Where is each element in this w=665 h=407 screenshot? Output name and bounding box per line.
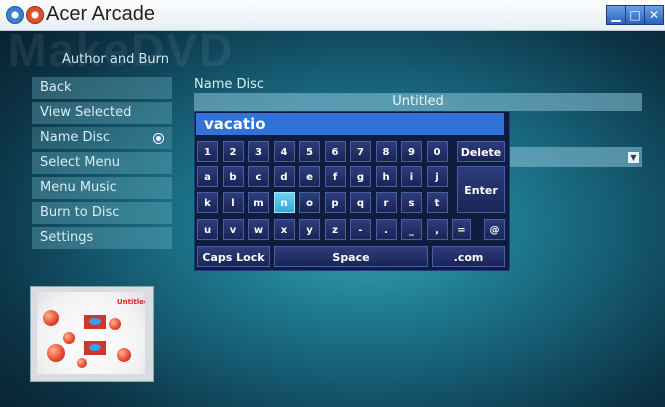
key-8[interactable]: 8: [375, 141, 397, 162]
menu-item-label: Back: [40, 80, 72, 95]
tomato-image: [47, 344, 65, 362]
key-2[interactable]: 2: [222, 141, 244, 162]
key-p[interactable]: p: [324, 192, 346, 213]
close-app-icon[interactable]: [26, 6, 44, 24]
menu-preview-thumbnail[interactable]: Untitled: [37, 292, 145, 374]
menu-item-menu-music[interactable]: Menu Music: [32, 177, 172, 199]
key-1[interactable]: 1: [197, 141, 218, 162]
key-o[interactable]: o: [299, 192, 320, 213]
tomato-image: [109, 318, 121, 330]
section-title: Author and Burn: [62, 52, 170, 67]
app-window: Acer Arcade ▁ □ ✕ MakeDVD Author and Bur…: [0, 0, 665, 407]
preview-title: Untitled: [117, 298, 145, 306]
key-7[interactable]: 7: [350, 141, 371, 162]
key-f[interactable]: f: [324, 166, 346, 187]
menu-item-label: View Selected: [40, 105, 132, 120]
watermark-text: MakeDVD: [8, 24, 235, 76]
key-caps-lock[interactable]: Caps Lock: [197, 246, 270, 267]
key-c[interactable]: c: [248, 166, 269, 187]
maximize-icon[interactable]: □: [625, 5, 645, 25]
key-r[interactable]: r: [375, 192, 397, 213]
disc-name-field[interactable]: Untitled: [194, 93, 642, 111]
key-char64[interactable]: @: [484, 219, 505, 240]
key-0[interactable]: 0: [426, 141, 448, 162]
key-5[interactable]: 5: [299, 141, 320, 162]
key-delete[interactable]: Delete: [457, 141, 505, 162]
tomato-image: [43, 310, 59, 326]
radio-selected-icon: [153, 133, 164, 144]
name-disc-label: Name Disc: [194, 77, 265, 92]
tomato-image: [63, 332, 75, 344]
key-char44[interactable]: ,: [426, 219, 448, 240]
menu-item-label: Settings: [40, 230, 94, 245]
key-l[interactable]: l: [222, 192, 244, 213]
menu-item-label: Burn to Disc: [40, 205, 120, 220]
key-q[interactable]: q: [350, 192, 371, 213]
key-x[interactable]: x: [273, 219, 295, 240]
key-d[interactable]: d: [273, 166, 295, 187]
key-t[interactable]: t: [426, 192, 448, 213]
key-i[interactable]: i: [401, 166, 422, 187]
key-char95[interactable]: _: [401, 219, 422, 240]
thumbnail-button-image: [83, 314, 107, 330]
key-j[interactable]: j: [426, 166, 448, 187]
key-a[interactable]: a: [197, 166, 218, 187]
key-h[interactable]: h: [375, 166, 397, 187]
thumbnail-button-image: [83, 340, 107, 356]
menu-item-label: Select Menu: [40, 155, 120, 170]
menu-item-settings[interactable]: Settings: [32, 227, 172, 249]
tomato-image: [77, 358, 87, 368]
menu-item-label: Menu Music: [40, 180, 117, 195]
key-n[interactable]: n: [273, 192, 295, 213]
key-char46com[interactable]: .com: [432, 246, 505, 267]
menu-item-burn-to-disc[interactable]: Burn to Disc: [32, 202, 172, 224]
app-icon[interactable]: [6, 6, 24, 24]
key-s[interactable]: s: [401, 192, 422, 213]
close-icon[interactable]: ✕: [644, 5, 664, 25]
menu-item-select-menu[interactable]: Select Menu: [32, 152, 172, 174]
key--[interactable]: -: [350, 219, 371, 240]
menu-item-view-selected[interactable]: View Selected: [32, 102, 172, 124]
key-6[interactable]: 6: [324, 141, 346, 162]
key-space[interactable]: Space: [274, 246, 428, 267]
chevron-down-icon[interactable]: ▼: [628, 152, 639, 163]
key-3[interactable]: 3: [248, 141, 269, 162]
key-e[interactable]: e: [299, 166, 320, 187]
key-w[interactable]: w: [248, 219, 269, 240]
key-k[interactable]: k: [197, 192, 218, 213]
sidebar-menu: Back View Selected Name Disc Select Menu…: [32, 77, 172, 252]
key-9[interactable]: 9: [401, 141, 422, 162]
key-char46[interactable]: .: [375, 219, 397, 240]
key-m[interactable]: m: [248, 192, 269, 213]
menu-item-back[interactable]: Back: [32, 77, 172, 99]
minimize-icon[interactable]: ▁: [606, 5, 626, 25]
key-v[interactable]: v: [222, 219, 244, 240]
key-enter[interactable]: Enter: [457, 166, 505, 213]
key-z[interactable]: z: [324, 219, 346, 240]
keyboard-input[interactable]: vacatio: [196, 113, 504, 135]
key-u[interactable]: u: [197, 219, 218, 240]
key-4[interactable]: 4: [273, 141, 295, 162]
key-y[interactable]: y: [299, 219, 320, 240]
key-b[interactable]: b: [222, 166, 244, 187]
menu-item-label: Name Disc: [40, 130, 111, 145]
tomato-image: [117, 348, 131, 362]
dropdown-field[interactable]: [510, 147, 642, 167]
key-char61[interactable]: =: [452, 219, 471, 240]
key-g[interactable]: g: [350, 166, 371, 187]
menu-item-name-disc[interactable]: Name Disc: [32, 127, 172, 149]
